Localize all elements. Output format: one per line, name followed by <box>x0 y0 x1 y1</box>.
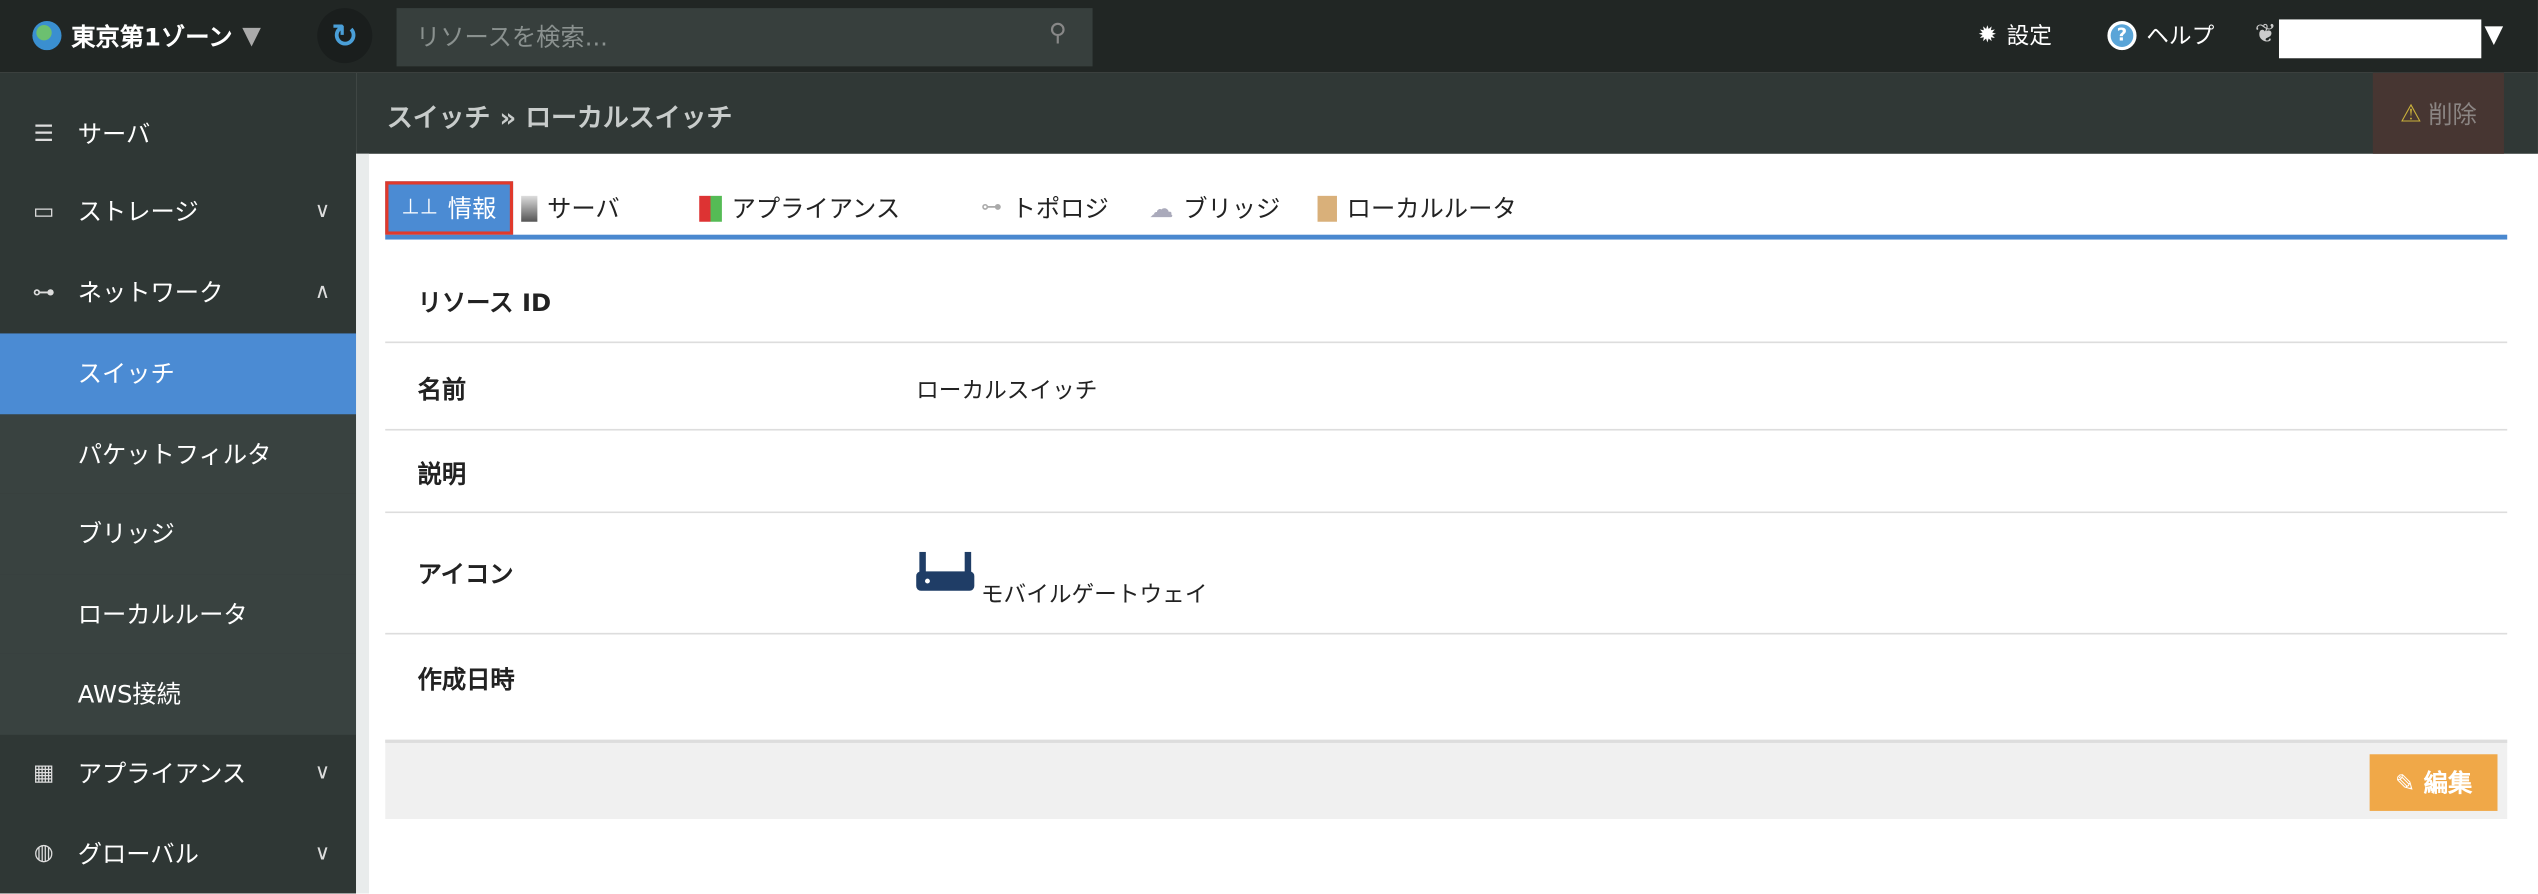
row-value: ローカルスイッチ <box>916 378 1098 405</box>
header-bar: スイッチ » ローカルスイッチ ⚠ 削除 <box>356 72 2538 154</box>
edit-label: 編集 <box>2423 768 2473 798</box>
sidebar-item-label: グローバル <box>77 839 199 869</box>
tab-server[interactable]: サーバ <box>521 181 620 234</box>
sidebar: ☰ サーバ ▭ ストレージ ∨ ⊶ ネットワーク ∧ スイッチ パケットフィルタ ブリッジ… <box>0 72 357 894</box>
pencil-icon: ✎ <box>2394 768 2416 798</box>
sidebar-item-label: AWS接続 <box>77 680 181 710</box>
tab-bridge[interactable]: ☁ ブリッジ <box>1149 181 1280 234</box>
top-bar: 東京第1ゾーン ▼ ↻ ⚲ ✹ 設定 ? ヘルプ ❦ ▼ <box>0 0 2538 73</box>
globe-icon: ◍ <box>33 840 54 867</box>
detail-row-name: 名前 ローカルスイッチ <box>385 343 2508 431</box>
row-label: 名前 <box>417 375 467 405</box>
sidebar-item-label: ローカルルータ <box>77 600 248 630</box>
caret-down-icon[interactable]: ▼ <box>2485 19 2504 48</box>
search-icon[interactable]: ⚲ <box>1049 18 1067 47</box>
caret-down-icon: ▼ <box>242 21 261 51</box>
delete-button[interactable]: ⚠ 削除 <box>2372 72 2504 154</box>
tab-label: ローカルルータ <box>1346 194 1517 224</box>
tab-label: サーバ <box>547 194 620 224</box>
row-label: リソース ID <box>417 288 552 318</box>
appliance-icon <box>699 195 722 221</box>
cloud-icon: ☁ <box>1149 193 1174 223</box>
sidebar-item-aws[interactable]: AWS接続 <box>0 653 357 735</box>
sidebar-item-global[interactable]: ◍ グローバル ∨ <box>0 813 356 893</box>
user-menu[interactable] <box>2278 19 2482 59</box>
divider <box>356 153 370 894</box>
sidebar-item-appliance[interactable]: ▦ アプライアンス ∨ <box>0 733 356 813</box>
search-input[interactable] <box>396 8 1093 67</box>
router-icon: ⊥⊥ <box>401 195 439 221</box>
sidebar-item-storage[interactable]: ▭ ストレージ ∨ <box>0 172 356 252</box>
zone-label: 東京第1ゾーン <box>71 21 233 51</box>
edit-button[interactable]: ✎ 編集 <box>2369 754 2498 811</box>
zone-selector[interactable]: 東京第1ゾーン ▼ <box>32 16 261 55</box>
sidebar-item-label: ネットワーク <box>77 278 224 308</box>
storage-icon: ▭ <box>32 198 55 225</box>
row-label: 作成日時 <box>417 665 515 695</box>
gear-icon: ✹ <box>1977 22 1997 49</box>
sidebar-item-switch[interactable]: スイッチ <box>0 333 357 414</box>
footer-bar: ✎ 編集 <box>385 739 2508 820</box>
chevron-up-icon: ∧ <box>314 280 331 305</box>
settings-link[interactable]: ✹ 設定 <box>1978 19 2052 51</box>
sidebar-item-label: ブリッジ <box>77 519 175 550</box>
sidebar-item-label: アプライアンス <box>77 759 247 789</box>
chevron-down-icon: ∨ <box>314 841 331 866</box>
breadcrumb: スイッチ » ローカルスイッチ <box>386 101 733 133</box>
sidebar-item-label: ストレージ <box>77 197 199 228</box>
signpost-icon <box>1317 195 1337 221</box>
tab-label: ブリッジ <box>1183 194 1281 224</box>
delete-warning-icon: ⚠ <box>2400 98 2422 128</box>
row-label: 説明 <box>417 459 467 489</box>
detail-row-resource-id: リソース ID <box>385 240 2508 344</box>
sidebar-item-label: サーバ <box>77 120 151 150</box>
chevron-down-icon: ∨ <box>314 199 331 224</box>
sidebar-item-server[interactable]: ☰ サーバ <box>0 94 356 174</box>
globe-icon <box>32 21 62 51</box>
refresh-button[interactable]: ↻ <box>317 8 373 64</box>
sidebar-item-local-router[interactable]: ローカルルータ <box>0 573 357 654</box>
icon-name: モバイルゲートウェイ <box>980 582 1208 609</box>
feather-icon: ❦ <box>2254 17 2277 49</box>
delete-label: 削除 <box>2428 99 2477 129</box>
tab-topology[interactable]: ⊶ トポロジ <box>981 181 1109 234</box>
tab-appliance[interactable]: アプライアンス <box>699 181 900 234</box>
sidebar-item-bridge[interactable]: ブリッジ <box>0 493 357 574</box>
topology-icon: ⊶ <box>980 195 1002 221</box>
mobile-gateway-icon <box>916 545 975 594</box>
detail-row-description: 説明 <box>385 431 2508 514</box>
network-icon: ⊶ <box>32 279 56 306</box>
row-label: アイコン <box>417 560 514 590</box>
help-link[interactable]: ? ヘルプ <box>2107 19 2214 51</box>
sidebar-item-label: スイッチ <box>77 359 175 389</box>
tab-bar: ⊥⊥ 情報 サーバ アプライアンス ⊶ トポロジ ☁ ブリッジ ローカルルータ <box>385 181 2508 240</box>
tab-info[interactable]: ⊥⊥ 情報 <box>385 181 513 235</box>
settings-label: 設定 <box>2006 24 2052 51</box>
tab-local-router[interactable]: ローカルルータ <box>1317 181 1517 234</box>
sidebar-item-packet-filter[interactable]: パケットフィルタ <box>0 413 357 494</box>
help-label: ヘルプ <box>2146 24 2215 51</box>
server-icon <box>521 195 538 221</box>
sidebar-item-label: パケットフィルタ <box>77 439 272 469</box>
server-icon: ☰ <box>33 120 54 147</box>
detail-row-icon: アイコン モバイルゲートウェイ <box>385 513 2508 635</box>
tab-label: トポロジ <box>1011 194 1109 224</box>
help-icon: ? <box>2107 21 2137 51</box>
grid-icon: ▦ <box>32 760 55 787</box>
chevron-down-icon: ∨ <box>314 761 331 786</box>
tab-label: アプライアンス <box>731 194 901 224</box>
tab-label: 情報 <box>447 194 497 224</box>
sidebar-item-network[interactable]: ⊶ ネットワーク ∧ <box>0 253 356 333</box>
detail-row-created: 作成日時 <box>385 634 2507 739</box>
